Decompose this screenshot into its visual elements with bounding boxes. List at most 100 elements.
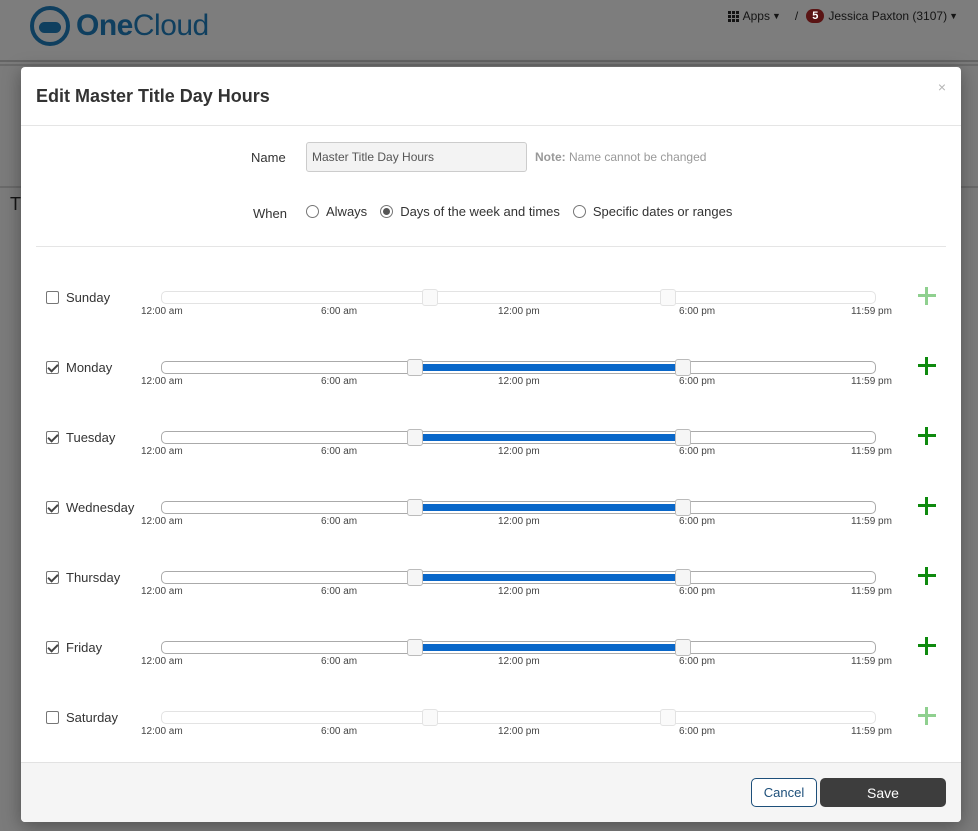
start-time-handle[interactable] bbox=[422, 709, 438, 726]
notification-badge[interactable]: 5 bbox=[806, 9, 825, 23]
onecloud-logo[interactable]: OneCloud bbox=[30, 6, 209, 46]
day-checkbox[interactable] bbox=[46, 501, 59, 514]
day-checkbox[interactable] bbox=[46, 431, 59, 444]
day-checkbox[interactable] bbox=[46, 711, 59, 724]
time-tick-label: 11:59 pm bbox=[851, 726, 892, 737]
day-checkbox[interactable] bbox=[46, 641, 59, 654]
add-time-range-icon[interactable] bbox=[916, 635, 938, 657]
name-input[interactable] bbox=[306, 142, 527, 172]
start-time-handle[interactable] bbox=[407, 569, 423, 586]
time-tick-label: 6:00 am bbox=[321, 516, 358, 527]
time-tick-label: 6:00 am bbox=[321, 376, 358, 387]
end-time-handle[interactable] bbox=[660, 289, 676, 306]
selected-range bbox=[415, 364, 683, 371]
time-tick-label: 12:00 pm bbox=[498, 726, 540, 737]
time-tick-label: 12:00 am bbox=[141, 726, 183, 737]
end-time-handle[interactable] bbox=[675, 429, 691, 446]
time-tick-label: 12:00 pm bbox=[498, 656, 540, 667]
time-tick-label: 11:59 pm bbox=[851, 306, 892, 317]
time-range-slider[interactable] bbox=[161, 499, 876, 516]
edit-hours-modal: Edit Master Title Day Hours × Name Note:… bbox=[21, 67, 961, 822]
radio-button[interactable] bbox=[572, 204, 586, 218]
time-tick-label: 12:00 pm bbox=[498, 376, 540, 387]
time-tick-label: 6:00 pm bbox=[679, 726, 716, 737]
day-row-sunday: Sunday 12:00 am 6:00 am 12:00 pm 6:00 pm 11:5… bbox=[21, 285, 961, 335]
time-tick-label: 6:00 am bbox=[321, 726, 358, 737]
time-tick-label: 11:59 pm bbox=[851, 446, 892, 457]
end-time-handle[interactable] bbox=[675, 499, 691, 516]
radio-button[interactable] bbox=[380, 204, 394, 218]
start-time-handle[interactable] bbox=[422, 289, 438, 306]
day-row-saturday: Saturday 12:00 am 6:00 am 12:00 pm 6:00 pm 11… bbox=[21, 705, 961, 755]
time-tick-label: 11:59 pm bbox=[851, 376, 892, 387]
time-tick-label: 12:00 am bbox=[141, 376, 183, 387]
name-note: Note: Name cannot be changed bbox=[535, 150, 706, 164]
modal-footer: Cancel Save bbox=[21, 762, 961, 822]
when-row: When Always Days of the week and times S… bbox=[253, 201, 745, 221]
day-name: Monday bbox=[66, 360, 113, 375]
cancel-button[interactable]: Cancel bbox=[751, 778, 817, 807]
selected-range bbox=[415, 574, 683, 581]
day-checkbox[interactable] bbox=[46, 361, 59, 374]
day-checkbox[interactable] bbox=[46, 291, 59, 304]
radio-specific-dates[interactable]: Specific dates or ranges bbox=[572, 203, 733, 219]
logo-text-one: One bbox=[76, 9, 133, 42]
add-time-range-icon[interactable] bbox=[916, 495, 938, 517]
end-time-handle[interactable] bbox=[675, 359, 691, 376]
radio-label: Days of the week and times bbox=[400, 203, 560, 219]
day-name: Tuesday bbox=[66, 430, 116, 445]
day-row-tuesday: Tuesday 12:00 am 6:00 am 12:00 pm 6:00 pm 11:… bbox=[21, 425, 961, 475]
close-icon[interactable]: × bbox=[938, 79, 946, 95]
time-tick-label: 12:00 pm bbox=[498, 446, 540, 457]
time-range-slider[interactable] bbox=[161, 569, 876, 586]
time-tick-label: 11:59 pm bbox=[851, 586, 892, 597]
end-time-handle[interactable] bbox=[675, 569, 691, 586]
name-row: Name Note: Name cannot be changed bbox=[251, 142, 706, 172]
time-tick-label: 6:00 pm bbox=[679, 516, 716, 527]
time-tick-label: 12:00 am bbox=[141, 516, 183, 527]
time-range-slider[interactable] bbox=[161, 709, 876, 726]
user-menu[interactable]: Jessica Paxton (3107) bbox=[828, 9, 947, 23]
top-nav: Apps ▼ / 5 Jessica Paxton (3107) ▼ bbox=[727, 9, 958, 23]
time-range-slider[interactable] bbox=[161, 429, 876, 446]
time-range-slider[interactable] bbox=[161, 289, 876, 306]
end-time-handle[interactable] bbox=[660, 709, 676, 726]
time-range-slider[interactable] bbox=[161, 639, 876, 656]
apps-menu[interactable]: Apps bbox=[743, 9, 770, 23]
time-tick-label: 12:00 am bbox=[141, 656, 183, 667]
background-text: T bbox=[10, 194, 21, 214]
radio-always[interactable]: Always bbox=[306, 204, 367, 219]
start-time-handle[interactable] bbox=[407, 359, 423, 376]
radio-label: Specific dates or ranges bbox=[592, 203, 733, 219]
time-tick-label: 12:00 pm bbox=[498, 306, 540, 317]
end-time-handle[interactable] bbox=[675, 639, 691, 656]
form-divider bbox=[36, 246, 946, 247]
add-time-range-icon[interactable] bbox=[916, 705, 938, 727]
time-tick-label: 6:00 pm bbox=[679, 376, 716, 387]
add-time-range-icon[interactable] bbox=[916, 425, 938, 447]
modal-title: Edit Master Title Day Hours bbox=[36, 86, 270, 106]
day-name: Saturday bbox=[66, 710, 119, 725]
start-time-handle[interactable] bbox=[407, 429, 423, 446]
day-name: Wednesday bbox=[66, 500, 135, 515]
time-tick-label: 12:00 am bbox=[141, 306, 183, 317]
add-time-range-icon[interactable] bbox=[916, 565, 938, 587]
time-tick-label: 6:00 pm bbox=[679, 656, 716, 667]
radio-days-of-week[interactable]: Days of the week and times bbox=[380, 204, 560, 219]
radio-button[interactable] bbox=[306, 204, 319, 218]
start-time-handle[interactable] bbox=[407, 499, 423, 516]
day-checkbox[interactable] bbox=[46, 571, 59, 584]
time-tick-label: 11:59 pm bbox=[851, 516, 892, 527]
apps-grid-icon[interactable] bbox=[727, 10, 739, 22]
time-tick-label: 6:00 pm bbox=[679, 306, 716, 317]
add-time-range-icon[interactable] bbox=[916, 355, 938, 377]
save-button[interactable]: Save bbox=[820, 778, 946, 807]
start-time-handle[interactable] bbox=[407, 639, 423, 656]
day-name: Friday bbox=[66, 640, 103, 655]
day-name: Sunday bbox=[66, 290, 111, 305]
time-tick-label: 6:00 am bbox=[321, 656, 358, 667]
logo-text-cloud: Cloud bbox=[132, 9, 209, 42]
add-time-range-icon[interactable] bbox=[916, 285, 938, 307]
time-range-slider[interactable] bbox=[161, 359, 876, 376]
nav-separator: / bbox=[794, 9, 799, 23]
